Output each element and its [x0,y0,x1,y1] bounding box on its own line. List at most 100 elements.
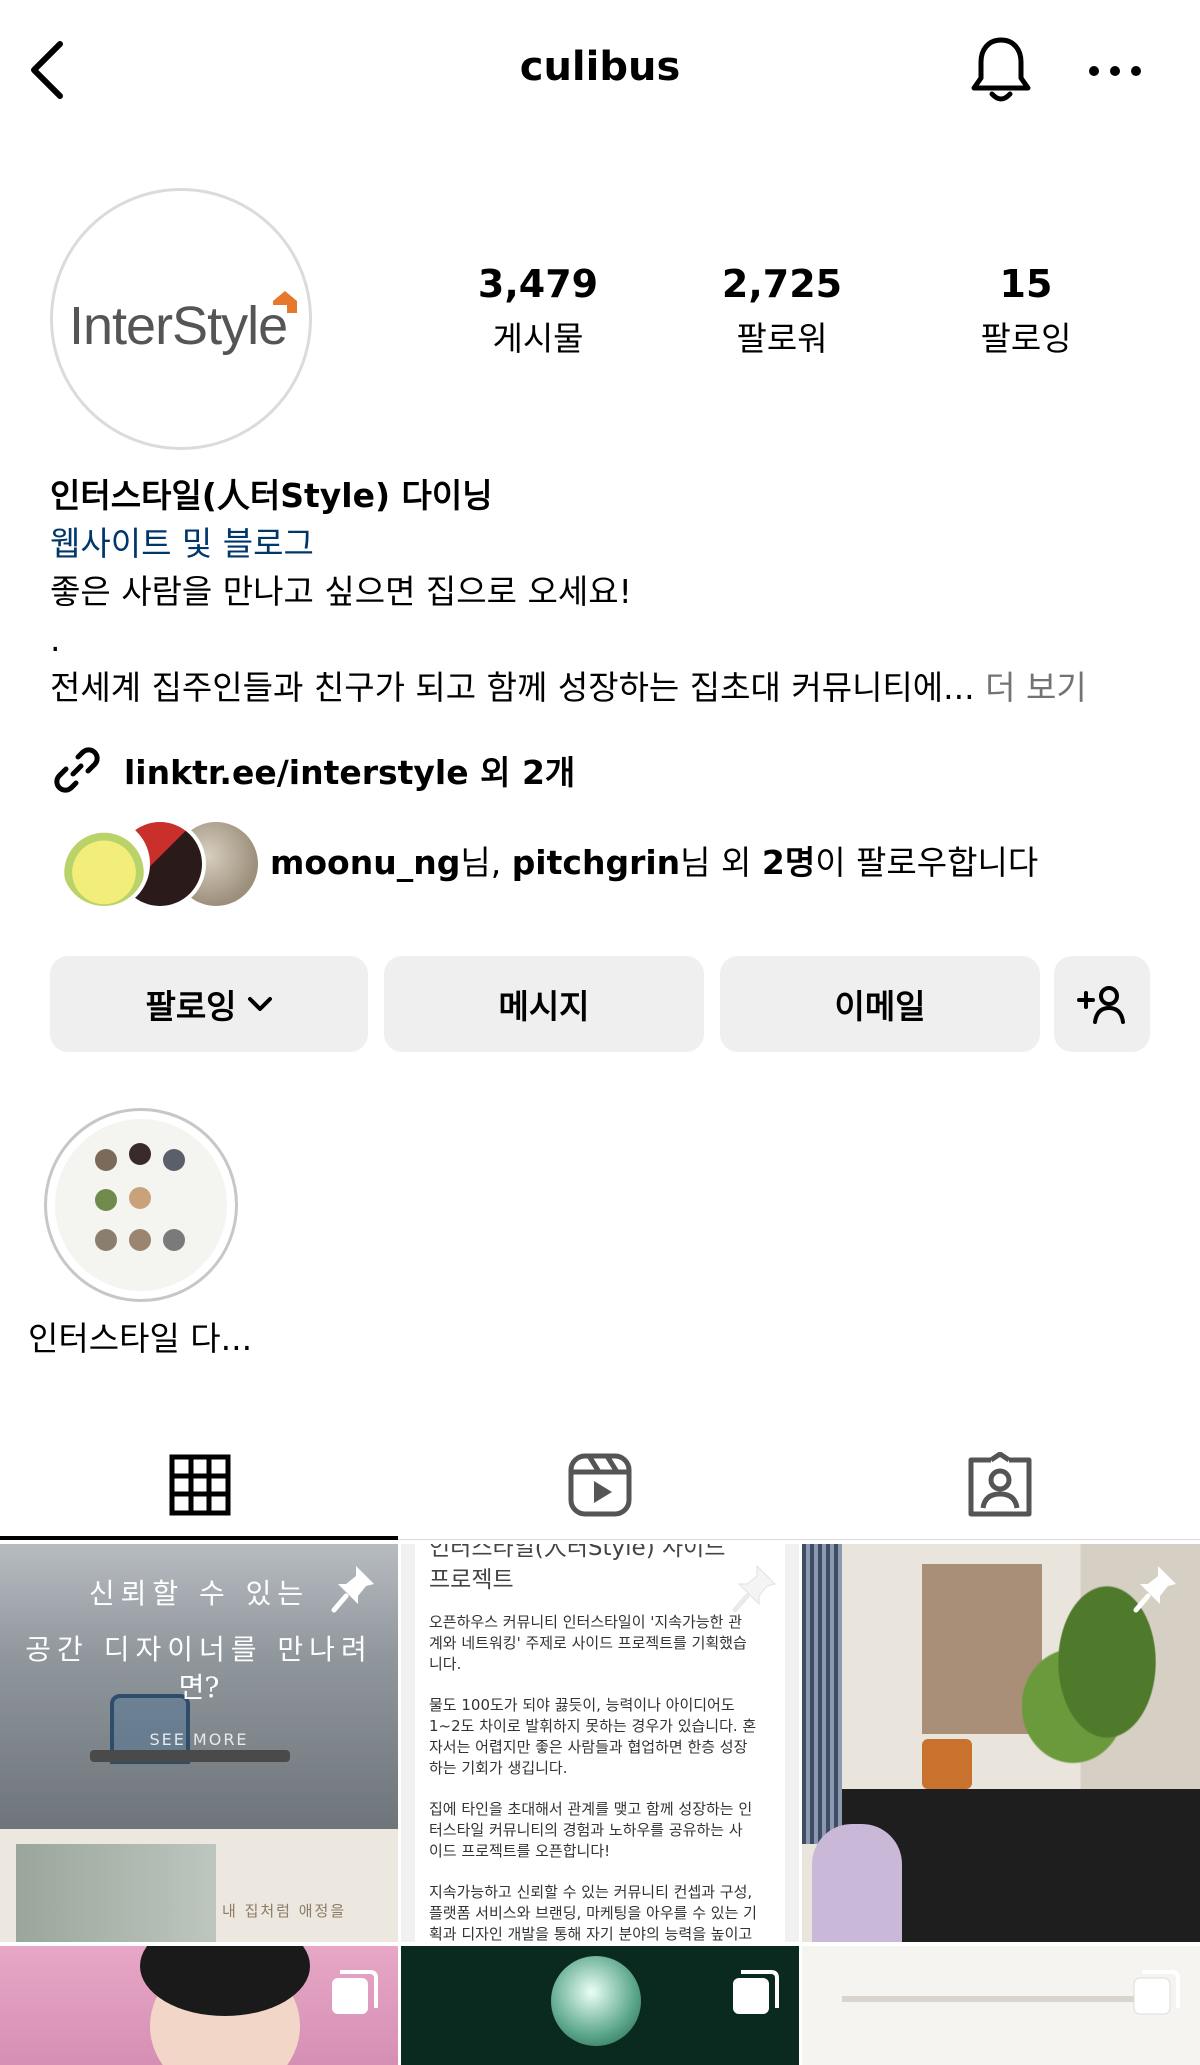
more-horizontal-icon [1089,66,1141,76]
message-button-label: 메시지 [498,987,590,1026]
notifications-button[interactable] [968,34,1034,106]
stat-following-label: 팔로잉 [980,319,1072,358]
link-icon [54,747,100,793]
more-options-button[interactable] [1086,56,1144,86]
reels-icon [568,1453,632,1517]
post-3-pot [922,1739,972,1789]
grid-post-4[interactable] [0,1946,398,2065]
mutual-followers-text: moonu_ng님, pitchgrin님 외 2명이 팔로우합니다 [270,836,1038,884]
grid-post-5[interactable] [401,1946,799,2065]
top-bar: culibus [0,0,1200,140]
grid-icon [169,1454,231,1516]
bio-line-2: . [50,620,61,659]
highlight-thumb-dot [163,1149,185,1171]
stat-following-value: 15 [999,262,1053,306]
email-button[interactable]: 이메일 [720,956,1040,1052]
profile-tabs [0,1430,1200,1540]
suggested-people-button[interactable] [1054,956,1150,1052]
add-person-icon [1077,986,1125,1024]
post-2-text: 획과 디자인 개발을 통해 자기 분야의 능력을 높이고 [429,1925,753,1942]
tab-reels[interactable] [400,1430,800,1540]
tab-tagged[interactable] [800,1430,1200,1540]
mutual-suffix-1: 님, [460,843,512,882]
post-2-text: 오픈하우스 커뮤니티 인터스타일이 '지속가능한 관 [429,1613,742,1631]
grid-post-2[interactable]: 인터스타일(人터Style) 사이드 프로젝트 오픈하우스 커뮤니티 인터스타일… [401,1544,799,1942]
post-2-text: 지속가능하고 신뢰할 수 있는 커뮤니티 컨셉과 구성, [429,1883,753,1901]
mutual-count: 2명 [761,843,816,882]
post-6-ceiling-track [842,1996,1162,2002]
tagged-icon [968,1452,1032,1517]
story-highlight[interactable] [44,1108,238,1302]
post-1-headline-3: 면? [178,1671,220,1704]
message-button[interactable]: 메시지 [384,956,704,1052]
pin-icon [732,1564,776,1613]
mutual-user-2: pitchgrin [511,843,681,882]
carousel-icon [1133,1970,1180,2015]
pin-icon [331,1566,374,1613]
post-2-text: 1~2도 차이로 발휘하지 못하는 경우가 있습니다. 혼 [429,1717,757,1735]
grid-post-1[interactable]: 신뢰할 수 있는 공간 디자이너를 만나려 면? SEE MORE 내 집처럼 … [0,1544,398,1942]
bio-line-3-text: 전세계 집주인들과 친구가 되고 함께 성장하는 집초대 커뮤니티에... [50,668,975,707]
story-highlight-cover [55,1119,227,1291]
following-button[interactable]: 팔로잉 [50,956,368,1052]
profile-display-name: 인터스타일(人터Style) 다이닝 [50,476,493,515]
profile-link-text: linktr.ee/interstyle 외 2개 [124,753,576,792]
mutual-suffix-3: 이 팔로우합니다 [815,843,1039,882]
stat-posts[interactable]: 3,479 게시물 [418,262,658,360]
bio-line-1: 좋은 사람을 만나고 싶으면 집으로 오세요! [50,572,632,611]
post-2-text: 계와 네트워킹' 주제로 사이드 프로젝트를 기획했습 [429,1634,747,1652]
profile-bio: 인터스타일(人터Style) 다이닝 웹사이트 및 블로그 좋은 사람을 만나고… [50,472,1160,712]
stat-followers-value: 2,725 [721,262,843,306]
highlight-thumb-dot [163,1229,185,1251]
post-2-text: 하는 기회가 생깁니다. [429,1759,568,1777]
highlight-thumb-dot [95,1149,117,1171]
grid-post-6[interactable] [802,1946,1200,2065]
follower-avatar-1 [58,818,150,910]
stat-following[interactable]: 15 팔로잉 [906,262,1146,360]
active-tab-indicator [0,1536,398,1540]
bio-more-link[interactable]: 더 보기 [985,668,1087,707]
highlight-thumb-dot [129,1229,151,1251]
highlight-thumb-dot [129,1187,151,1209]
post-2-text: 이드 프로젝트를 오픈합니다! [429,1842,611,1860]
post-5-disco-ball [551,1956,641,2046]
highlight-thumb-dot [95,1189,117,1211]
post-1-table [90,1750,290,1762]
post-2-text: 터스타일 커뮤니티의 경험과 노하우를 공유하는 사 [429,1821,743,1839]
tab-posts-grid[interactable] [0,1430,400,1540]
profile-category[interactable]: 웹사이트 및 블로그 [50,520,1160,568]
post-1-headline-2: 공간 디자이너를 만나려 [25,1633,373,1666]
mutual-followers[interactable]: moonu_ng님, pitchgrin님 외 2명이 팔로우합니다 [58,818,1158,910]
post-2-heading-2: 프로젝트 [429,1567,514,1593]
email-button-label: 이메일 [834,987,926,1026]
stat-posts-value: 3,479 [477,262,599,306]
post-2-text: 집에 타인을 초대해서 관계를 맺고 함께 성장하는 인 [429,1800,753,1818]
stat-followers-label: 팔로워 [736,319,828,358]
profile-link[interactable]: linktr.ee/interstyle 외 2개 [50,742,575,798]
profile-avatar[interactable]: InterStyle [50,188,312,450]
post-1-caption: 내 집처럼 애정을 [222,1902,347,1920]
carousel-icon [733,1970,779,2014]
stat-posts-label: 게시물 [492,319,584,358]
chevron-down-icon [247,997,272,1011]
post-1-window [16,1844,216,1942]
post-3-person [812,1824,902,1942]
highlight-thumb-dot [129,1143,151,1165]
post-2-text: 자서는 어렵지만 좋은 사람들과 협업하면 한층 성장 [429,1738,748,1756]
bell-icon [971,37,1031,102]
house-logo-icon [273,291,297,313]
post-2-heading-1: 인터스타일(人터Style) 사이드 [429,1544,726,1561]
grid-post-3[interactable] [802,1544,1200,1942]
following-button-label: 팔로잉 [145,987,237,1026]
carousel-icon [332,1970,378,2014]
mutual-user-1: moonu_ng [270,843,461,882]
post-2-text: 니다. [429,1655,462,1673]
post-3-textile [802,1544,842,1844]
post-2-text: 플랫폼 서비스와 브랜딩, 마케팅을 아우를 수 있는 기 [429,1904,757,1922]
mutual-suffix-2: 님 외 [680,843,762,882]
highlight-thumb-dot [95,1229,117,1251]
avatar-logo-text: InterStyle [69,296,288,356]
bio-line-3: 전세계 집주인들과 친구가 되고 함께 성장하는 집초대 커뮤니티에... 더 … [50,664,1160,712]
post-2-text: 물도 100도가 되야 끓듯이, 능력이나 아이디어도 [429,1696,735,1714]
stat-followers[interactable]: 2,725 팔로워 [662,262,902,360]
